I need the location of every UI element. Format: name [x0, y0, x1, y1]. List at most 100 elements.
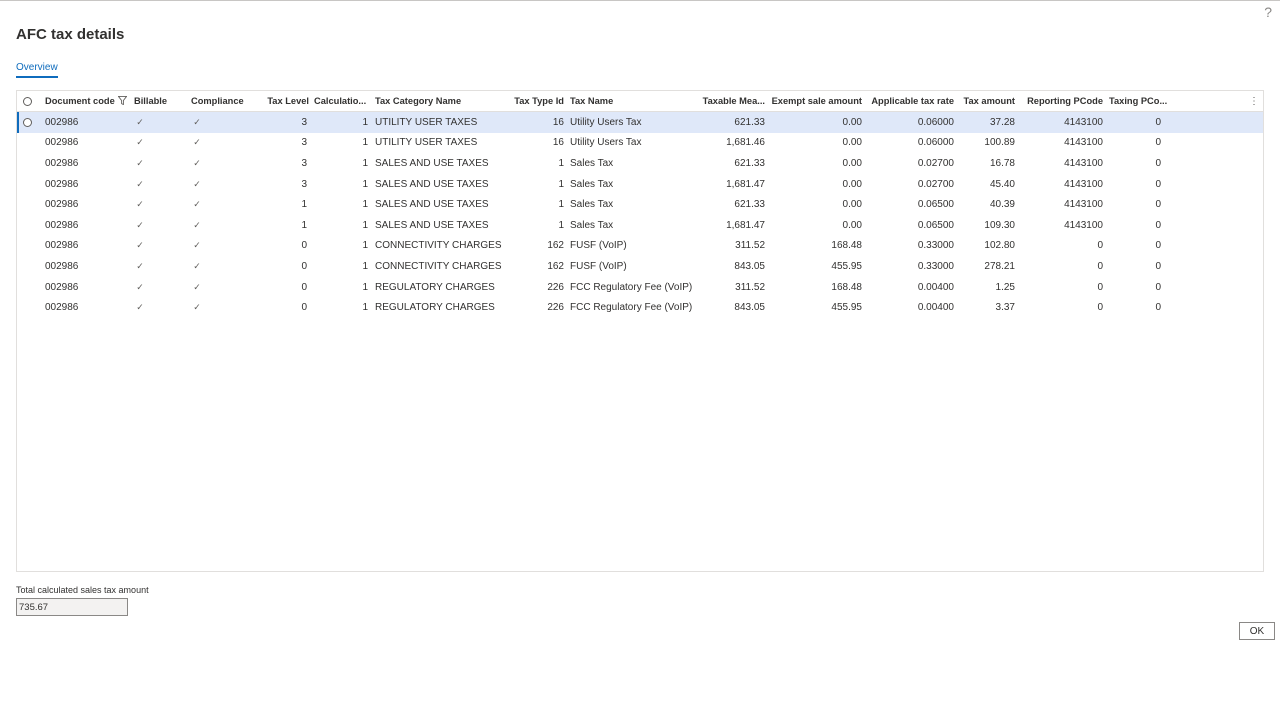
tax-category-cell: SALES AND USE TAXES [375, 219, 489, 231]
billable-check-icon: ✓ [136, 219, 144, 230]
taxable-measure-cell: 621.33 [734, 116, 765, 128]
filter-icon[interactable] [117, 95, 128, 107]
col-tax-category-name[interactable]: Tax Category Name [375, 91, 495, 111]
col-tax-level[interactable]: Tax Level [261, 91, 309, 111]
col-taxing-pcode[interactable]: Taxing PCo... [1109, 91, 1171, 111]
grid-body: 002986 ✓ ✓ 3 1 UTILITY USER TAXES 16 Utility Us… [17, 112, 1263, 318]
compliance-check-icon: ✓ [193, 178, 201, 189]
exempt-sale-amount-cell: 0.00 [842, 137, 862, 149]
tax-details-grid: Document code Billable Compliance Tax Le… [16, 90, 1264, 572]
taxing-pcode-cell: 0 [1155, 178, 1161, 190]
compliance-check-icon: ✓ [193, 302, 201, 313]
tax-type-id-cell: 226 [547, 281, 564, 293]
taxable-measure-cell: 1,681.47 [726, 219, 765, 231]
col-exempt-sale-amount[interactable]: Exempt sale amount [769, 91, 862, 111]
reporting-pcode-cell: 4143100 [1064, 178, 1103, 190]
table-row[interactable]: 002986 ✓ ✓ 3 1 UTILITY USER TAXES 16 Utility Us… [17, 112, 1263, 133]
tax-category-cell: SALES AND USE TAXES [375, 199, 489, 211]
total-label: Total calculated sales tax amount [16, 585, 149, 595]
select-all-cell[interactable] [23, 91, 37, 111]
col-compliance[interactable]: Compliance [191, 91, 253, 111]
table-row[interactable]: 002986 ✓ ✓ 1 1 SALES AND USE TAXES 1 Sales Tax 6… [17, 194, 1263, 215]
compliance-check-icon: ✓ [193, 116, 201, 127]
col-tax-name[interactable]: Tax Name [570, 91, 695, 111]
tax-level-cell: 0 [301, 302, 307, 314]
row-select-cell[interactable] [23, 112, 37, 133]
table-row[interactable]: 002986 ✓ ✓ 3 1 UTILITY USER TAXES 16 Utility Us… [17, 133, 1263, 154]
tax-name-cell: FUSF (VoIP) [570, 240, 627, 252]
col-calculation[interactable]: Calculatio... [314, 91, 366, 111]
tax-type-id-cell: 226 [547, 302, 564, 314]
col-taxable-measure[interactable]: Taxable Mea... [699, 91, 765, 111]
billable-check-icon: ✓ [136, 240, 144, 251]
select-all-radio[interactable] [23, 96, 32, 106]
tax-level-cell: 0 [301, 281, 307, 293]
table-row[interactable]: 002986 ✓ ✓ 1 1 SALES AND USE TAXES 1 Sales Tax 1… [17, 215, 1263, 236]
tax-level-cell: 3 [301, 116, 307, 128]
document-code-cell: 002986 [45, 240, 79, 252]
tax-name-cell: Sales Tax [570, 178, 614, 190]
tax-name-cell: Sales Tax [570, 157, 614, 169]
exempt-sale-amount-cell: 0.00 [842, 116, 862, 128]
compliance-check-icon: ✓ [193, 240, 201, 251]
calculation-cell: 1 [362, 199, 368, 211]
tax-amount-cell: 100.89 [984, 137, 1015, 149]
billable-check-icon: ✓ [136, 302, 144, 313]
table-row[interactable]: 002986 ✓ ✓ 0 1 CONNECTIVITY CHARGES 162 FUSF (V… [17, 256, 1263, 277]
tax-rate-cell: 0.02700 [917, 157, 954, 169]
taxable-measure-cell: 1,681.47 [726, 178, 765, 190]
tax-category-cell: REGULATORY CHARGES [375, 302, 495, 314]
tax-rate-cell: 0.06500 [917, 199, 954, 211]
tax-type-id-cell: 162 [547, 240, 564, 252]
col-tax-amount[interactable]: Tax amount [959, 91, 1015, 111]
document-code-cell: 002986 [45, 116, 79, 128]
calculation-cell: 1 [362, 116, 368, 128]
document-code-cell: 002986 [45, 157, 79, 169]
tax-category-cell: SALES AND USE TAXES [375, 178, 489, 190]
taxable-measure-cell: 311.52 [735, 281, 765, 293]
total-tax-field[interactable]: 735.67 [16, 598, 128, 616]
tax-rate-cell: 0.06500 [917, 219, 954, 231]
document-code-cell: 002986 [45, 260, 79, 272]
tax-level-cell: 3 [301, 157, 307, 169]
taxing-pcode-cell: 0 [1155, 260, 1161, 272]
tax-category-cell: SALES AND USE TAXES [375, 157, 489, 169]
compliance-check-icon: ✓ [193, 199, 201, 210]
col-tax-type-id[interactable]: Tax Type Id [509, 91, 564, 111]
reporting-pcode-cell: 0 [1097, 260, 1103, 272]
exempt-sale-amount-cell: 455.95 [831, 260, 862, 272]
col-billable[interactable]: Billable [134, 91, 184, 111]
col-reporting-pcode[interactable]: Reporting PCode [1022, 91, 1103, 111]
table-row[interactable]: 002986 ✓ ✓ 0 1 REGULATORY CHARGES 226 FCC Regul… [17, 297, 1263, 318]
calculation-cell: 1 [362, 260, 368, 272]
col-applicable-tax-rate[interactable]: Applicable tax rate [867, 91, 954, 111]
tax-name-cell: FUSF (VoIP) [570, 260, 627, 272]
calculation-cell: 1 [362, 302, 368, 314]
col-document-code[interactable]: Document code [45, 91, 133, 111]
ok-button[interactable]: OK [1239, 622, 1275, 640]
tax-level-cell: 3 [301, 178, 307, 190]
compliance-check-icon: ✓ [193, 281, 201, 292]
billable-check-icon: ✓ [136, 116, 144, 127]
calculation-cell: 1 [362, 157, 368, 169]
more-options-icon[interactable]: ⋮ [1249, 91, 1259, 111]
reporting-pcode-cell: 0 [1097, 281, 1103, 293]
table-row[interactable]: 002986 ✓ ✓ 3 1 SALES AND USE TAXES 1 Sales Tax 6… [17, 153, 1263, 174]
exempt-sale-amount-cell: 0.00 [842, 157, 862, 169]
document-code-cell: 002986 [45, 281, 79, 293]
taxing-pcode-cell: 0 [1155, 116, 1161, 128]
table-row[interactable]: 002986 ✓ ✓ 0 1 CONNECTIVITY CHARGES 162 FUSF (V… [17, 236, 1263, 257]
billable-check-icon: ✓ [136, 137, 144, 148]
calculation-cell: 1 [362, 281, 368, 293]
reporting-pcode-cell: 4143100 [1064, 157, 1103, 169]
taxable-measure-cell: 311.52 [735, 240, 765, 252]
table-row[interactable]: 002986 ✓ ✓ 0 1 REGULATORY CHARGES 226 FCC Regul… [17, 277, 1263, 298]
tax-amount-cell: 278.21 [984, 260, 1015, 272]
billable-check-icon: ✓ [136, 260, 144, 271]
row-select-radio[interactable] [23, 117, 32, 127]
taxing-pcode-cell: 0 [1155, 281, 1161, 293]
table-row[interactable]: 002986 ✓ ✓ 3 1 SALES AND USE TAXES 1 Sales Tax 1… [17, 174, 1263, 195]
billable-check-icon: ✓ [136, 157, 144, 168]
tab-overview[interactable]: Overview [16, 62, 58, 78]
help-button[interactable]: ? [1264, 4, 1272, 20]
